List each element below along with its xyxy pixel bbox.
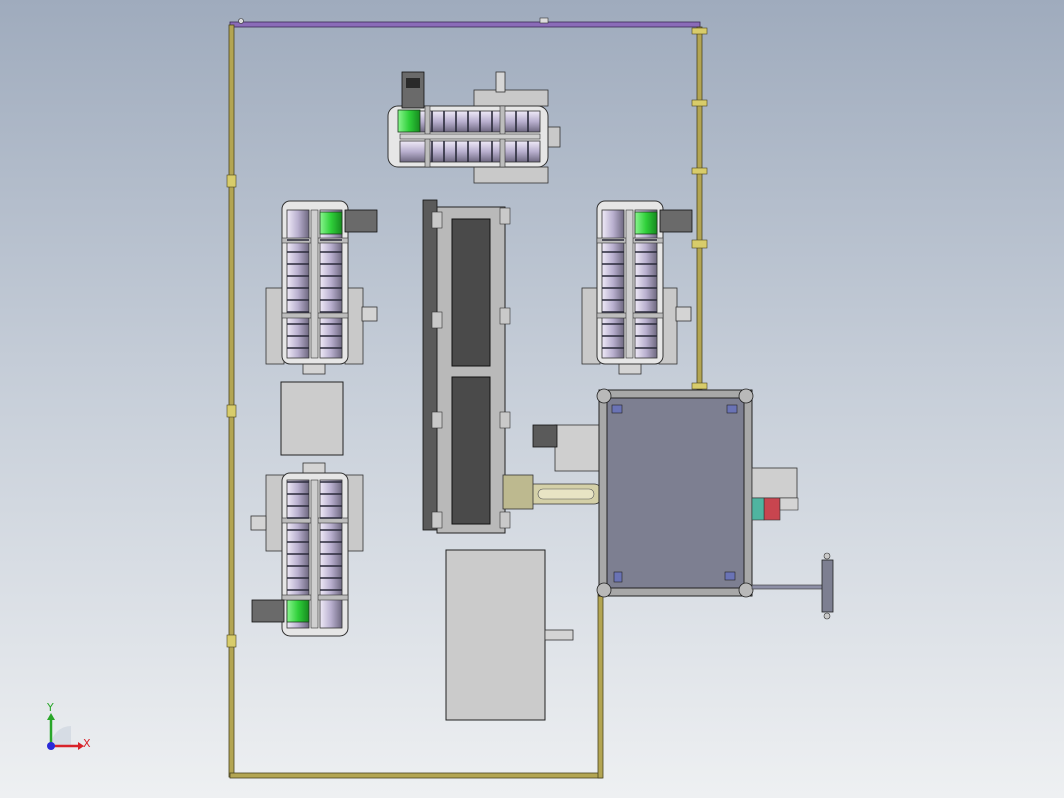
rail-post — [238, 18, 244, 24]
center-rail — [310, 209, 319, 359]
table-clamp — [544, 629, 574, 641]
gearbox — [251, 599, 285, 623]
gearbox — [344, 209, 378, 233]
enclosure-corner — [596, 388, 612, 404]
enclosure-window — [606, 397, 745, 589]
rail-clamp — [691, 99, 708, 107]
gearbox — [659, 209, 693, 233]
drive-motor — [634, 211, 658, 235]
machine-bracket — [499, 207, 511, 225]
y-axis-label: Y — [46, 701, 54, 714]
boom-head — [821, 559, 834, 613]
enclosure-hinge — [613, 571, 623, 583]
boom-cap — [823, 552, 831, 560]
conveyor-side-bracket-left — [265, 474, 285, 552]
drive-motor — [319, 211, 343, 235]
enclosure-hinge — [724, 571, 736, 581]
machine-bracket — [431, 511, 443, 529]
enclosure-corner — [596, 582, 612, 598]
side-unit-tank — [763, 497, 781, 521]
cad-layout-drawing: X Y — [0, 0, 1064, 798]
center-rail — [625, 209, 634, 359]
center-rail — [399, 133, 541, 140]
central-machine — [422, 199, 511, 534]
side-unit-bracket — [779, 497, 799, 511]
drive-motor — [397, 109, 421, 133]
work-table-small — [280, 381, 344, 456]
z-axis-dot — [47, 742, 55, 750]
robot-motor — [532, 424, 558, 448]
enclosure-hinge — [611, 404, 623, 414]
conveyor-bracket-top — [473, 89, 549, 107]
machine-bracket — [499, 411, 511, 429]
gearbox-detail — [406, 78, 420, 88]
rail-clamp — [226, 174, 237, 188]
frame-top-rail — [229, 21, 701, 28]
table-top — [445, 549, 546, 721]
drive-motor — [286, 599, 310, 623]
enclosure-corner — [738, 388, 754, 404]
conveyor-post — [495, 71, 506, 93]
machine-side-rail — [422, 199, 438, 531]
enclosure-corner — [738, 582, 754, 598]
roller-row-upper — [399, 110, 541, 133]
conveyor-bracket-bottom — [473, 166, 549, 184]
rail-clamp — [691, 239, 708, 249]
rail-clamp — [226, 634, 237, 648]
conveyor-stub — [250, 515, 267, 531]
rail-clamp — [691, 382, 708, 390]
side-unit-body — [751, 467, 798, 499]
machine-bracket — [431, 311, 443, 329]
frame-right-lower-rail — [597, 589, 604, 779]
rail-clamp — [691, 167, 708, 175]
machine-bracket — [499, 511, 511, 529]
boom-cap — [823, 612, 831, 620]
frame-bottom-rail — [229, 772, 603, 779]
robot-wrist — [502, 474, 534, 510]
conveyor-left-lower — [250, 462, 364, 637]
center-rail — [310, 479, 319, 629]
machine-panel-upper — [451, 218, 491, 367]
conveyor-stub — [361, 306, 378, 322]
conveyor-stub — [675, 306, 692, 322]
enclosure-hinge — [726, 404, 738, 414]
robot-base-block — [554, 424, 602, 472]
machine-bracket — [431, 411, 443, 429]
rail-clamp — [691, 27, 708, 35]
rail-clamp — [226, 404, 237, 418]
gearbox — [401, 71, 425, 109]
frame-right-upper-rail — [696, 26, 703, 390]
roller-row-lower — [399, 140, 541, 163]
rail-post — [539, 17, 549, 24]
conveyor-side-bracket-left — [265, 287, 285, 365]
x-axis-label: X — [83, 737, 91, 750]
robot-link-inner — [537, 488, 595, 500]
side-unit-tank — [751, 497, 765, 521]
machine-bracket — [431, 211, 443, 229]
machine-bracket — [499, 307, 511, 325]
machine-panel-lower — [451, 376, 491, 525]
boom-bar — [751, 584, 825, 590]
frame-left-rail — [228, 24, 235, 778]
enclosure-cabinet — [596, 388, 754, 598]
